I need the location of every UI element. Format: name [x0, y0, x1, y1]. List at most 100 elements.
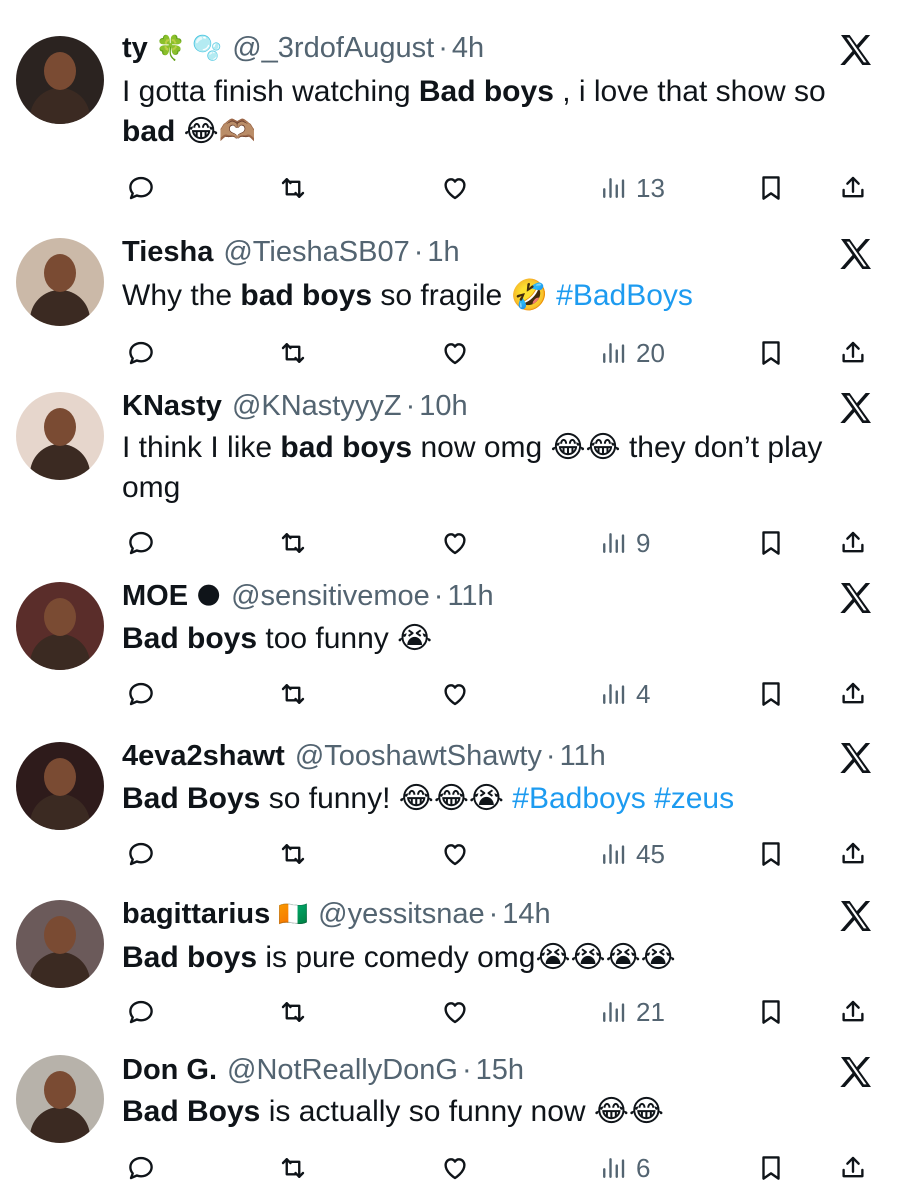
avatar[interactable] — [16, 900, 104, 988]
bookmark-button[interactable] — [756, 674, 786, 714]
timestamp[interactable]: 11h — [560, 740, 606, 773]
retweet-button[interactable] — [278, 674, 308, 714]
views-button[interactable]: 9 — [598, 523, 650, 563]
hashtag-link[interactable]: #BadBoys — [556, 279, 693, 312]
bookmark-button[interactable] — [756, 834, 786, 874]
tweet-header: MOE 🌑 @sensitivemoe · 11h — [122, 576, 494, 616]
heart-icon — [444, 533, 466, 555]
separator-dot: · — [433, 579, 444, 612]
retweet-icon — [281, 533, 305, 553]
bookmark-button[interactable] — [756, 168, 786, 208]
bookmark-button[interactable] — [756, 333, 786, 373]
retweet-button[interactable] — [278, 333, 308, 373]
like-button[interactable] — [440, 523, 470, 563]
highlighted-term: Bad boys — [122, 622, 258, 655]
views-button[interactable]: 20 — [598, 333, 665, 373]
share-button[interactable] — [838, 1148, 868, 1188]
text-segment: Why the — [122, 279, 241, 312]
user-handle[interactable]: @_3rdofAugust — [232, 32, 434, 65]
reply-button[interactable] — [126, 834, 156, 874]
user-handle[interactable]: @yessitsnae — [318, 898, 484, 931]
like-button[interactable] — [440, 992, 470, 1032]
text-segment: I think I like — [122, 431, 281, 464]
retweet-button[interactable] — [278, 1148, 308, 1188]
views-bar-icon — [603, 533, 625, 553]
reply-icon — [129, 1156, 153, 1180]
avatar[interactable] — [16, 582, 104, 670]
like-button[interactable] — [440, 1148, 470, 1188]
highlighted-term: Bad boys — [122, 941, 258, 974]
display-name[interactable]: ty — [122, 32, 148, 65]
display-name[interactable]: 4eva2shawt — [122, 740, 285, 773]
tweet-text: Bad boys too funny 😭 — [122, 619, 882, 659]
share-button[interactable] — [838, 523, 868, 563]
display-name[interactable]: Tiesha — [122, 236, 213, 269]
share-button[interactable] — [838, 674, 868, 714]
reply-button[interactable] — [126, 523, 156, 563]
bookmark-icon — [762, 1000, 780, 1024]
bookmark-button[interactable] — [756, 523, 786, 563]
retweet-button[interactable] — [278, 523, 308, 563]
tweet-feed: ty 🍀 🫧 @_3rdofAugust · 4h I gotta finish watc… — [0, 0, 900, 1200]
action-bar: 45 — [0, 834, 900, 874]
like-button[interactable] — [440, 834, 470, 874]
reply-button[interactable] — [126, 333, 156, 373]
timestamp[interactable]: 14h — [502, 898, 550, 931]
reply-icon — [129, 531, 153, 555]
like-button[interactable] — [440, 168, 470, 208]
user-handle[interactable]: @TooshawtShawty — [295, 740, 542, 773]
like-button[interactable] — [440, 333, 470, 373]
reply-icon — [129, 176, 153, 200]
avatar[interactable] — [16, 238, 104, 326]
bookmark-button[interactable] — [756, 992, 786, 1032]
bookmark-button[interactable] — [756, 1148, 786, 1188]
hashtag-link[interactable]: #Badboys #zeus — [512, 782, 734, 815]
share-button[interactable] — [838, 333, 868, 373]
retweet-button[interactable] — [278, 834, 308, 874]
views-button[interactable]: 6 — [598, 1148, 650, 1188]
retweet-button[interactable] — [278, 168, 308, 208]
views-button[interactable]: 13 — [598, 168, 665, 208]
reply-button[interactable] — [126, 168, 156, 208]
reply-button[interactable] — [126, 992, 156, 1032]
views-button[interactable]: 45 — [598, 834, 665, 874]
timestamp[interactable]: 10h — [419, 390, 467, 423]
display-name[interactable]: KNasty — [122, 390, 222, 423]
timestamp[interactable]: 15h — [476, 1054, 524, 1087]
timestamp[interactable]: 11h — [447, 580, 493, 613]
reply-button[interactable] — [126, 1148, 156, 1188]
share-button[interactable] — [838, 168, 868, 208]
x-logo-icon — [840, 901, 871, 931]
timestamp[interactable]: 1h — [427, 236, 459, 269]
x-logo-icon — [840, 35, 871, 65]
retweet-icon — [281, 844, 305, 864]
reply-button[interactable] — [126, 674, 156, 714]
share-button[interactable] — [838, 834, 868, 874]
tweet-text: Bad Boys is actually so funny now 😂😂 — [122, 1092, 882, 1132]
avatar[interactable] — [16, 36, 104, 124]
bookmark-icon — [762, 682, 780, 706]
user-handle[interactable]: @TieshaSB07 — [223, 236, 409, 269]
bookmark-icon — [762, 531, 780, 555]
views-button[interactable]: 21 — [598, 992, 665, 1032]
user-handle[interactable]: @KNastyyyZ — [232, 390, 402, 423]
highlighted-term: bad boys — [280, 431, 413, 464]
tweet-text: Bad Boys so funny! 😂😂😭 #Badboys #zeus — [122, 779, 882, 819]
action-bar: 4 — [0, 674, 900, 714]
user-handle[interactable]: @sensitivemoe — [231, 580, 430, 613]
display-name[interactable]: MOE — [122, 580, 188, 613]
display-name[interactable]: bagittarius — [122, 898, 270, 931]
x-logo-icon — [840, 239, 871, 269]
like-button[interactable] — [440, 674, 470, 714]
user-handle[interactable]: @NotReallyDonG — [227, 1054, 458, 1087]
avatar[interactable] — [16, 742, 104, 830]
separator-dot: · — [438, 31, 448, 64]
timestamp[interactable]: 4h — [452, 32, 484, 65]
retweet-icon — [281, 1158, 305, 1178]
display-name[interactable]: Don G. — [122, 1054, 217, 1087]
avatar[interactable] — [16, 1055, 104, 1143]
views-button[interactable]: 4 — [598, 674, 650, 714]
retweet-button[interactable] — [278, 992, 308, 1032]
share-button[interactable] — [838, 992, 868, 1032]
avatar[interactable] — [16, 392, 104, 480]
